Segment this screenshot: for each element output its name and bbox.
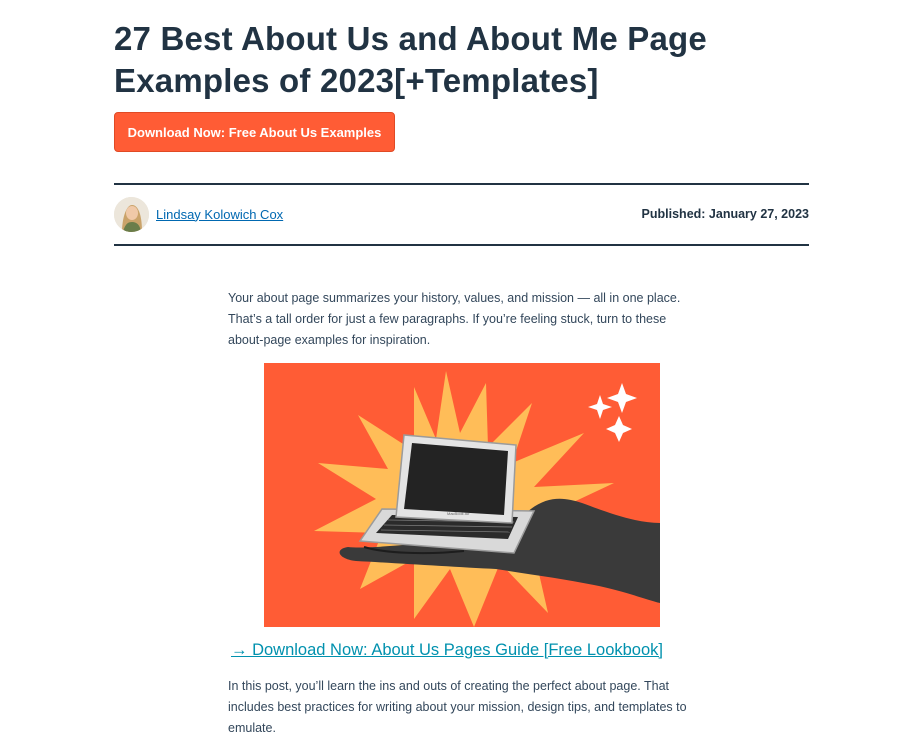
divider-top — [114, 183, 809, 185]
avatar[interactable] — [114, 196, 149, 232]
intro-paragraph: Your about page summarizes your history,… — [228, 291, 681, 347]
laptop-label: MacBook Air — [447, 511, 470, 516]
author-byline: Lindsay Kolowich Cox — [114, 196, 283, 232]
article-title: 27 Best About Us and About Me Page Examp… — [114, 20, 707, 99]
divider-bottom — [114, 244, 809, 246]
published-date: Published: January 27, 2023 — [641, 207, 809, 221]
download-examples-button[interactable]: Download Now: Free About Us Examples — [114, 112, 395, 152]
hand-holding-laptop-illustration: MacBook Air — [264, 363, 660, 627]
hero-image: MacBook Air — [264, 363, 660, 627]
download-guide-link[interactable]: → Download Now: About Us Pages Guide [Fr… — [231, 641, 663, 660]
body-paragraph: In this post, you’ll learn the ins and o… — [228, 679, 687, 735]
author-link[interactable]: Lindsay Kolowich Cox — [156, 207, 283, 222]
